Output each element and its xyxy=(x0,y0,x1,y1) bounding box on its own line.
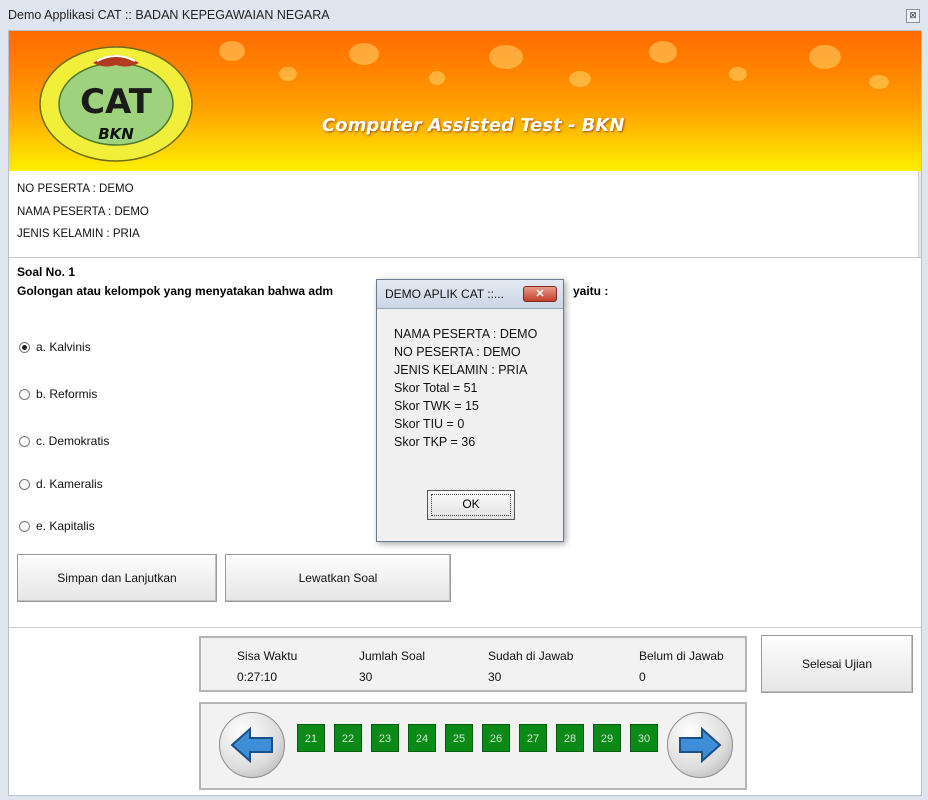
dialog-score-tiu: Skor TIU = 0 xyxy=(394,417,465,431)
question-jump-24[interactable]: 24 xyxy=(408,724,436,752)
finish-exam-button[interactable]: Selesai Ujian xyxy=(761,635,913,693)
previous-page-button[interactable] xyxy=(219,712,285,778)
unanswered-value: 0 xyxy=(639,670,646,684)
banner-title: Computer Assisted Test - BKN xyxy=(322,115,625,136)
radio-unselected-icon[interactable] xyxy=(19,479,30,490)
banner-decoration xyxy=(809,45,841,69)
dialog-score-total: Skor Total = 51 xyxy=(394,381,478,395)
radio-unselected-icon[interactable] xyxy=(19,436,30,447)
radio-unselected-icon[interactable] xyxy=(19,389,30,400)
question-jump-28[interactable]: 28 xyxy=(556,724,584,752)
dialog-participant-gender: JENIS KELAMIN : PRIA xyxy=(394,363,528,377)
exam-stats-panel: Sisa Waktu 0:27:10 Jumlah Soal 30 Sudah … xyxy=(199,636,747,692)
option-label: e. Kapitalis xyxy=(36,519,95,533)
option-label: c. Demokratis xyxy=(36,434,110,448)
save-and-continue-button[interactable]: Simpan dan Lanjutkan xyxy=(17,554,217,602)
question-jump-23[interactable]: 23 xyxy=(371,724,399,752)
dialog-participant-name: NAMA PESERTA : DEMO xyxy=(394,327,538,341)
dialog-titlebar: DEMO APLIK CAT ::... ✕ xyxy=(377,280,563,309)
question-jump-27[interactable]: 27 xyxy=(519,724,547,752)
window-close-icon[interactable]: ⊠ xyxy=(906,9,920,23)
question-text: Golongan atau kelompok yang menyatakan b… xyxy=(17,284,334,298)
unanswered-label: Belum di Jawab xyxy=(639,649,724,663)
total-questions-label: Jumlah Soal xyxy=(359,649,426,663)
banner-decoration xyxy=(279,67,297,81)
option-label: b. Reformis xyxy=(36,387,98,401)
question-jump-30[interactable]: 30 xyxy=(630,724,658,752)
remaining-time-label: Sisa Waktu xyxy=(237,649,298,663)
answered-label: Sudah di Jawab xyxy=(488,649,574,663)
next-page-button[interactable] xyxy=(667,712,733,778)
remaining-time-value: 0:27:10 xyxy=(237,670,278,684)
banner-decoration xyxy=(349,43,379,65)
dialog-close-icon[interactable]: ✕ xyxy=(523,286,557,302)
arrow-right-icon xyxy=(679,726,722,764)
participant-info-panel: NO PESERTA : DEMO NAMA PESERTA : DEMO JE… xyxy=(9,171,921,258)
question-jump-25[interactable]: 25 xyxy=(445,724,473,752)
question-jump-21[interactable]: 21 xyxy=(297,724,325,752)
banner-decoration xyxy=(729,67,747,81)
svg-text:BKN: BKN xyxy=(98,125,134,143)
question-jump-29[interactable]: 29 xyxy=(593,724,621,752)
option-c[interactable]: c. Demokratis xyxy=(19,434,109,448)
dialog-participant-number: NO PESERTA : DEMO xyxy=(394,345,521,359)
total-questions-value: 30 xyxy=(359,670,373,684)
answered-value: 30 xyxy=(488,670,502,684)
participant-name: NAMA PESERTA : DEMO xyxy=(17,206,149,218)
dialog-score-tkp: Skor TKP = 36 xyxy=(394,435,476,449)
question-number: Soal No. 1 xyxy=(17,265,76,279)
option-e[interactable]: e. Kapitalis xyxy=(19,519,95,533)
window-title: Demo Applikasi CAT :: BADAN KEPEGAWAIAN … xyxy=(8,8,330,22)
radio-unselected-icon[interactable] xyxy=(19,521,30,532)
option-d[interactable]: d. Kameralis xyxy=(19,477,103,491)
banner-decoration xyxy=(869,75,889,89)
option-label: a. Kalvinis xyxy=(36,340,91,354)
skip-question-button[interactable]: Lewatkan Soal xyxy=(225,554,451,602)
dialog-title: DEMO APLIK CAT ::... xyxy=(385,287,504,301)
option-label: d. Kameralis xyxy=(36,477,103,491)
question-jump-26[interactable]: 26 xyxy=(482,724,510,752)
ok-button[interactable]: OK xyxy=(427,490,515,520)
dialog-score-twk: Skor TWK = 15 xyxy=(394,399,479,413)
info-scrollbar[interactable] xyxy=(918,171,921,257)
status-area: Sisa Waktu 0:27:10 Jumlah Soal 30 Sudah … xyxy=(9,627,921,795)
banner-decoration xyxy=(649,41,677,63)
participant-number: NO PESERTA : DEMO xyxy=(17,183,134,195)
option-a[interactable]: a. Kalvinis xyxy=(19,340,91,354)
banner-decoration xyxy=(429,71,445,85)
banner-decoration xyxy=(569,71,591,87)
header-banner: CAT BKN Computer Assisted Test - BKN xyxy=(9,31,921,171)
svg-text:CAT: CAT xyxy=(80,82,153,122)
banner-decoration xyxy=(219,41,245,61)
banner-decoration xyxy=(489,45,523,69)
question-jump-22[interactable]: 22 xyxy=(334,724,362,752)
option-b[interactable]: b. Reformis xyxy=(19,387,97,401)
cat-bkn-logo-icon: CAT BKN xyxy=(39,46,193,162)
question-navigator: 21 22 23 24 25 26 27 28 29 30 xyxy=(199,702,747,790)
question-text-tail: yaitu : xyxy=(573,284,609,298)
score-dialog: DEMO APLIK CAT ::... ✕ NAMA PESERTA : DE… xyxy=(376,279,564,542)
window-titlebar: Demo Applikasi CAT :: BADAN KEPEGAWAIAN … xyxy=(0,0,928,30)
radio-selected-icon[interactable] xyxy=(19,342,30,353)
focus-rect xyxy=(431,494,511,516)
participant-gender: JENIS KELAMIN : PRIA xyxy=(17,228,140,240)
arrow-left-icon xyxy=(230,726,273,764)
